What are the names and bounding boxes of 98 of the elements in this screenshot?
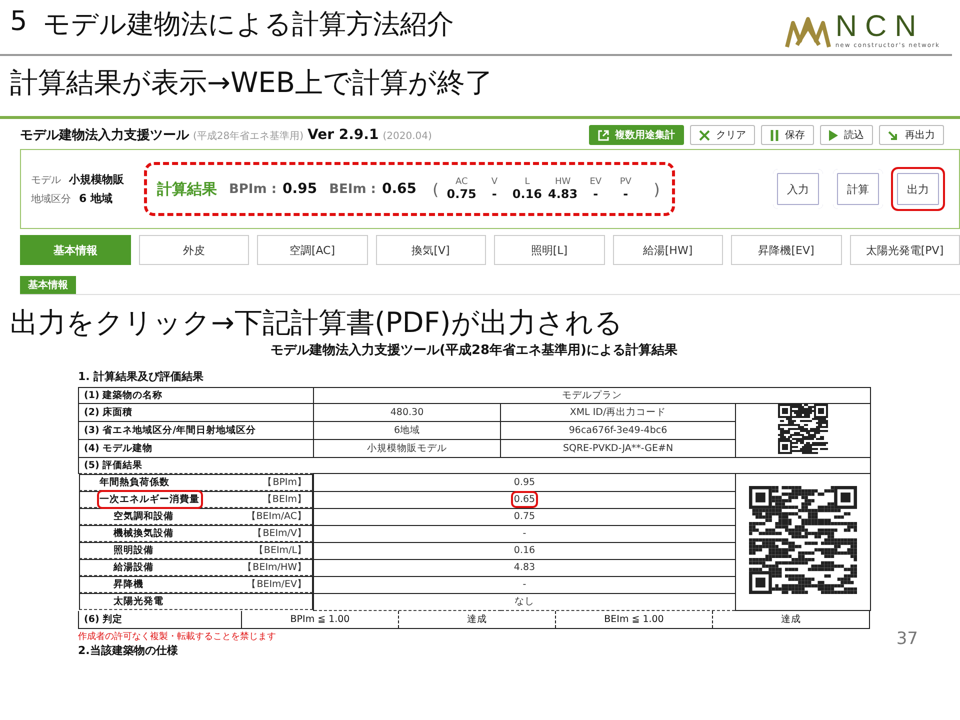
result-label: BPIm : bbox=[229, 182, 277, 196]
row-label: (3) 省エネ地域区分/年間日射地域区分 bbox=[78, 422, 314, 440]
row-label: (1) 建築物の名称 bbox=[78, 388, 314, 404]
toolbar-button[interactable]: クリア bbox=[690, 125, 755, 145]
report-title: モデル建物法入力支援ツール(平成28年省エネ基準用)による計算結果 bbox=[270, 342, 678, 360]
tab[interactable]: 昇降機[EV] bbox=[731, 235, 842, 265]
item-code: 【BEIm/EV】 bbox=[246, 578, 307, 591]
row-label: (4) モデル建物 bbox=[78, 440, 314, 458]
table-cell: 小規模物販モデル bbox=[314, 440, 500, 458]
app-title: モデル建物法入力支援ツール bbox=[20, 126, 189, 144]
table-cell: 480.30 bbox=[314, 404, 500, 422]
result-value: 0.65 bbox=[382, 181, 417, 197]
pause-icon bbox=[770, 130, 779, 140]
play-icon bbox=[829, 130, 838, 140]
logo-mark-icon bbox=[785, 15, 832, 49]
table-cell: BEIm ≦ 1.00 bbox=[556, 610, 713, 628]
table-cell: 0.75 bbox=[514, 511, 536, 522]
result-label: BEIm : bbox=[329, 182, 376, 196]
app-version: Ver 2.9.1 bbox=[308, 127, 379, 143]
result-heading: 計算結果 bbox=[157, 180, 217, 198]
tab[interactable]: 外皮 bbox=[138, 235, 249, 265]
breakdown-label: L bbox=[524, 177, 530, 187]
toolbar-button[interactable]: 保存 bbox=[761, 125, 814, 145]
paren: ( bbox=[432, 180, 439, 198]
breakdown-value: 0.75 bbox=[446, 187, 476, 201]
item-name: 昇降機 bbox=[114, 578, 144, 591]
item-name: 給湯設備 bbox=[114, 561, 154, 574]
section-label: 基本情報 bbox=[20, 276, 76, 294]
table-cell: - bbox=[522, 528, 526, 539]
breakdown-value: - bbox=[593, 187, 598, 201]
item-code: 【BEIm/V】 bbox=[252, 527, 307, 540]
tab[interactable]: 空調[AC] bbox=[257, 235, 368, 265]
tab[interactable]: 基本情報 bbox=[20, 235, 130, 265]
table-cell: - bbox=[522, 579, 526, 590]
row-label: (6) 判定 bbox=[79, 610, 242, 628]
app-title-note: (平成28年省エネ基準用) bbox=[193, 130, 304, 143]
info-value: 小規模物販 bbox=[69, 172, 124, 187]
slide-title: モデル建物法による計算方法紹介 bbox=[43, 8, 454, 42]
paren: ) bbox=[654, 180, 660, 198]
slide-subtitle: 計算結果が表示→WEB上で計算が終了 bbox=[9, 65, 494, 101]
table-cell: 達成 bbox=[399, 610, 556, 628]
toolbar-button[interactable]: 複数用途集計 bbox=[589, 125, 684, 145]
breakdown-value: 4.83 bbox=[548, 187, 578, 201]
row-label: (5) 評価結果 bbox=[78, 458, 871, 474]
slide-number: 5 bbox=[10, 6, 28, 39]
table-cell-text: 達成 bbox=[780, 612, 802, 626]
app-date: (2020.04) bbox=[382, 131, 432, 142]
copyright-notice: 作成者の許可なく複製・転載することを禁じます bbox=[78, 630, 276, 642]
arrow-icon bbox=[888, 130, 899, 140]
toolbar-button[interactable]: 読込 bbox=[820, 125, 873, 145]
item-name: 太陽光発電 bbox=[114, 595, 164, 608]
report-section-title: 2.当該建築物の仕様 bbox=[78, 642, 179, 658]
tab[interactable]: 照明[L] bbox=[494, 235, 604, 265]
table-cell: 0.16 bbox=[514, 545, 536, 556]
cross-icon bbox=[699, 130, 710, 140]
table-cell: 0.95 bbox=[514, 476, 536, 488]
item-name: 照明設備 bbox=[114, 544, 154, 557]
action-button[interactable]: 計算 bbox=[831, 167, 885, 211]
info-value: 6 地域 bbox=[79, 191, 112, 206]
step-heading: 出力をクリック→下記計算書(PDF)が出力される bbox=[9, 305, 624, 341]
item-code: 【BEIm/L】 bbox=[254, 544, 307, 557]
item-code: 【BEIm】 bbox=[262, 493, 307, 506]
breakdown-value: - bbox=[623, 187, 628, 201]
item-name: 空気調和設備 bbox=[114, 510, 174, 523]
tab[interactable]: 換気[V] bbox=[376, 235, 486, 265]
external-link-icon bbox=[598, 130, 609, 140]
action-button[interactable]: 入力 bbox=[771, 167, 825, 211]
info-label: 地域区分 bbox=[31, 192, 71, 206]
item-code: 【BEIm/AC】 bbox=[246, 510, 307, 523]
breakdown-label: V bbox=[491, 177, 498, 187]
breakdown-label: HW bbox=[554, 177, 571, 187]
table-cell: XML ID/再出力コード bbox=[500, 404, 736, 422]
breakdown-value: 0.16 bbox=[512, 187, 542, 201]
item-name: 一次エネルギー消費量 bbox=[100, 493, 200, 506]
item-name: 年間熱負荷係数 bbox=[100, 476, 170, 489]
table-cell: BPIm ≦ 1.00 bbox=[242, 610, 399, 628]
breakdown-label: EV bbox=[590, 177, 602, 187]
toolbar-button[interactable]: 再出力 bbox=[879, 125, 944, 145]
item-code: 【BEIm/HW】 bbox=[242, 561, 307, 574]
table-cell: モデルプラン bbox=[314, 388, 871, 404]
breakdown-label: PV bbox=[620, 177, 632, 187]
action-button[interactable]: 出力 bbox=[891, 167, 945, 211]
page-number: 37 bbox=[896, 628, 918, 648]
breakdown-value: - bbox=[492, 187, 497, 201]
table-cell: 4.83 bbox=[514, 562, 536, 573]
table-cell: なし bbox=[514, 596, 534, 607]
report-section-title: 1. 計算結果及び評価結果 bbox=[78, 369, 205, 385]
logo-letters: NCN bbox=[835, 12, 924, 42]
table-cell: 6地域 bbox=[314, 422, 500, 440]
item-name: 機械換気設備 bbox=[114, 527, 174, 540]
table-cell: 0.65 bbox=[514, 494, 536, 505]
row-label: (2) 床面積 bbox=[78, 404, 314, 422]
result-value: 0.95 bbox=[282, 181, 318, 197]
info-label: モデル bbox=[31, 174, 61, 187]
item-code: 【BPIm】 bbox=[262, 476, 307, 489]
tab[interactable]: 太陽光発電[PV] bbox=[850, 235, 960, 265]
breakdown-label: AC bbox=[455, 177, 468, 187]
tab[interactable]: 給湯[HW] bbox=[612, 235, 723, 265]
